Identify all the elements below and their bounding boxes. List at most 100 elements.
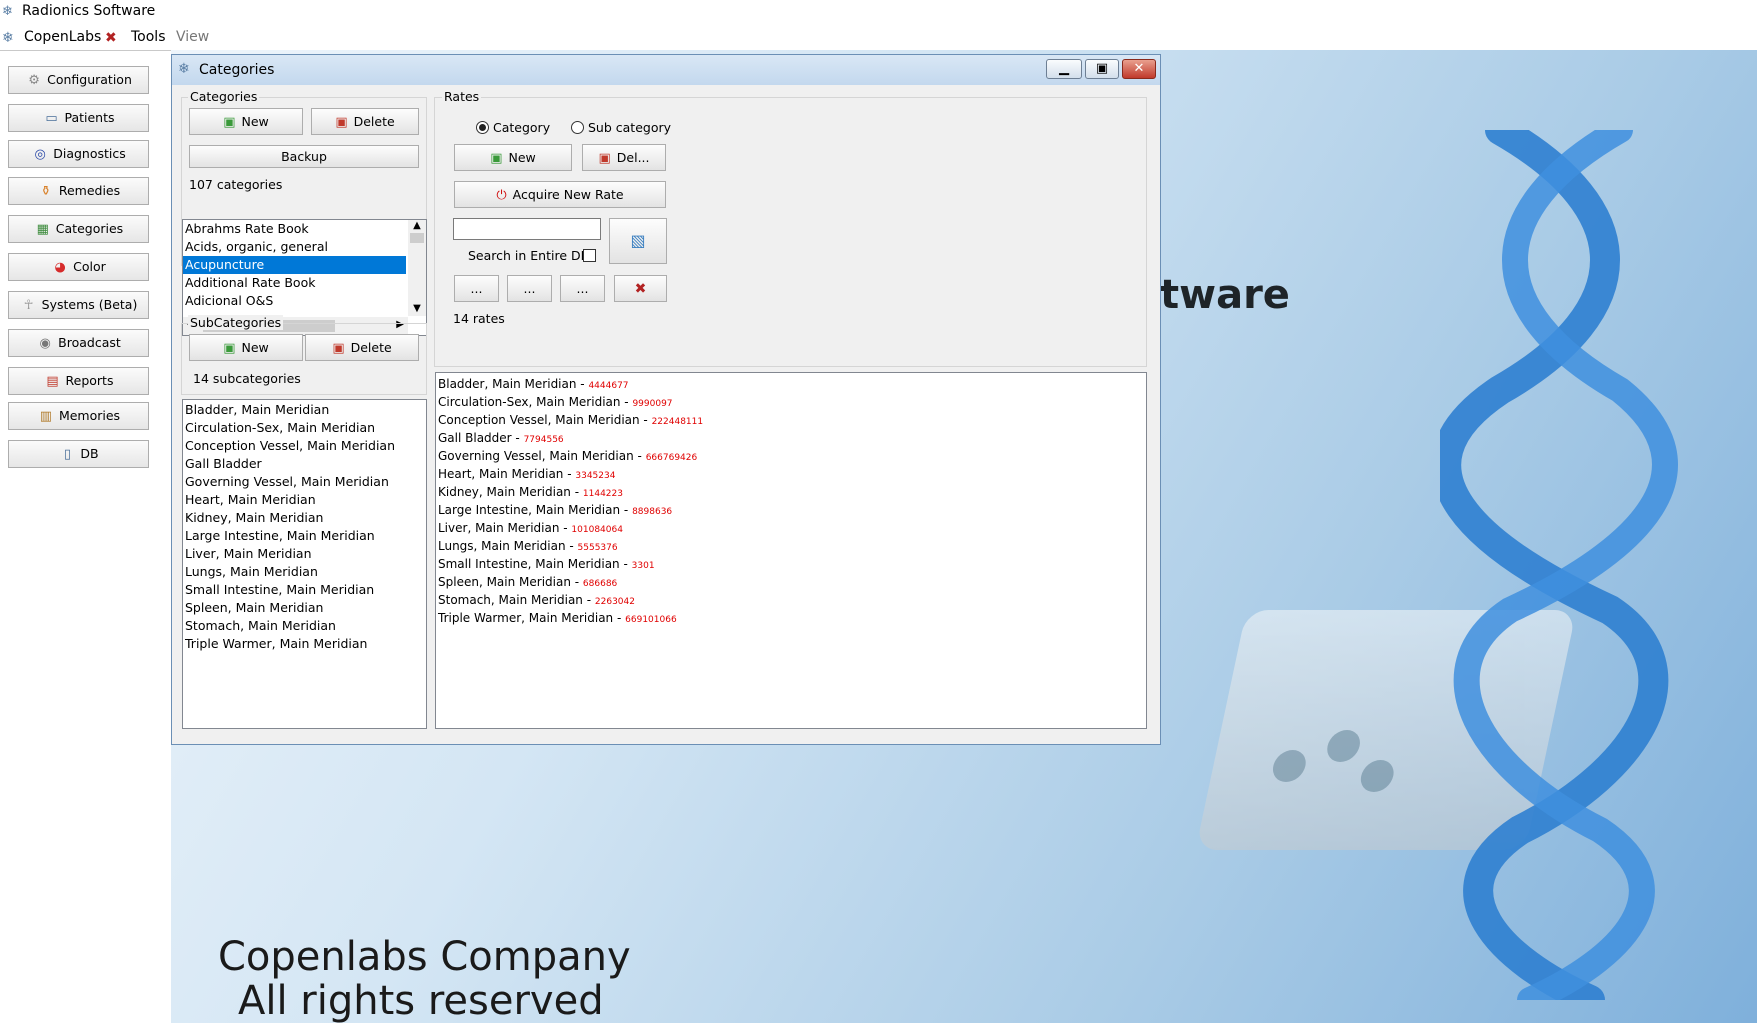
radio-category-label[interactable]: Category (493, 120, 550, 135)
sidebar-item-systems[interactable]: ☥ Systems (Beta) (8, 291, 149, 319)
rate-item[interactable]: Governing Vessel, Main Meridian - 666769… (436, 447, 1146, 465)
list-item[interactable]: Triple Warmer, Main Meridian (183, 635, 426, 653)
sidebar-item-label: Color (73, 259, 106, 274)
sidebar-item-categories[interactable]: ▦ Categories (8, 215, 149, 243)
search-image-button[interactable]: ▧ (609, 218, 667, 264)
list-item[interactable]: Heart, Main Meridian (183, 491, 426, 509)
ellipsis-button-2[interactable]: ... (507, 275, 552, 302)
broadcast-icon: ◉ (39, 336, 51, 351)
list-item[interactable]: Lungs, Main Meridian (183, 563, 426, 581)
rate-item[interactable]: Small Intestine, Main Meridian - 3301 (436, 555, 1146, 573)
backup-button[interactable]: Backup (189, 145, 419, 168)
sidebar-item-label: Configuration (47, 72, 132, 87)
radio-subcategory[interactable] (571, 121, 584, 134)
subcategory-new-button[interactable]: ▣ New (189, 334, 303, 361)
app-icon: ❄ (2, 4, 13, 19)
ellipsis-button-3[interactable]: ... (560, 275, 605, 302)
rate-item[interactable]: Circulation-Sex, Main Meridian - 9990097 (436, 393, 1146, 411)
sidebar: ⚙ Configuration ▭ Patients ◎ Diagnostics ⚱ R… (0, 52, 170, 1023)
close-button[interactable]: ✕ (1122, 59, 1156, 79)
search-entire-db-checkbox[interactable] (583, 249, 596, 262)
sidebar-item-label: Categories (55, 221, 124, 236)
scroll-down-icon[interactable]: ▼ (408, 303, 426, 314)
sidebar-item-broadcast[interactable]: ◉ Broadcast (8, 329, 149, 357)
category-delete-button[interactable]: ▣ Delete (311, 108, 419, 135)
rates-list[interactable]: Bladder, Main Meridian - 4444677 Circula… (435, 372, 1147, 729)
list-item[interactable]: Governing Vessel, Main Meridian (183, 473, 426, 491)
image-search-icon: ▧ (630, 231, 646, 250)
sidebar-item-memories[interactable]: ▥ Memories (8, 402, 149, 430)
search-entire-db-label[interactable]: Search in Entire DB (468, 248, 589, 263)
list-item[interactable]: Small Intestine, Main Meridian (183, 581, 426, 599)
rate-search-input[interactable] (453, 218, 601, 240)
rate-item[interactable]: Large Intestine, Main Meridian - 8898636 (436, 501, 1146, 519)
background-title-fragment: tware (1160, 272, 1290, 318)
rate-item[interactable]: Gall Bladder - 7794556 (436, 429, 1146, 447)
list-item[interactable]: Acids, organic, general (183, 238, 426, 256)
menu-bar: ❄ CopenLabs ✖ Tools View (0, 26, 1757, 51)
add-folder-icon: ▣ (490, 151, 503, 166)
rate-item[interactable]: Liver, Main Meridian - 101084064 (436, 519, 1146, 537)
tools-button[interactable]: ✖ (614, 275, 667, 302)
rate-item[interactable]: Kidney, Main Meridian - 1144223 (436, 483, 1146, 501)
sidebar-item-diagnostics[interactable]: ◎ Diagnostics (8, 140, 149, 168)
sidebar-item-db[interactable]: ▯ DB (8, 440, 149, 468)
list-item[interactable]: Stomach, Main Meridian (183, 617, 426, 635)
sidebar-item-label: Patients (64, 110, 115, 125)
rate-item[interactable]: Conception Vessel, Main Meridian - 22244… (436, 411, 1146, 429)
rate-item[interactable]: Bladder, Main Meridian - 4444677 (436, 375, 1146, 393)
list-item[interactable]: Circulation-Sex, Main Meridian (183, 419, 426, 437)
list-item[interactable]: Additional Rate Book (183, 274, 426, 292)
menu-copenlabs[interactable]: CopenLabs (24, 29, 101, 45)
sidebar-item-patients[interactable]: ▭ Patients (8, 104, 149, 132)
minimize-button[interactable]: ▁ (1046, 59, 1082, 79)
list-item-selected[interactable]: Acupuncture (183, 256, 406, 274)
rate-item[interactable]: Lungs, Main Meridian - 5555376 (436, 537, 1146, 555)
rate-item[interactable]: Spleen, Main Meridian - 686686 (436, 573, 1146, 591)
sidebar-item-remedies[interactable]: ⚱ Remedies (8, 177, 149, 205)
list-item[interactable]: Large Intestine, Main Meridian (183, 527, 426, 545)
app-titlebar: ❄ Radionics Software (0, 0, 1757, 24)
subcategories-list[interactable]: Bladder, Main Meridian Circulation-Sex, … (182, 399, 427, 729)
acquire-new-rate-button[interactable]: ⏻ Acquire New Rate (454, 181, 666, 208)
sidebar-item-configuration[interactable]: ⚙ Configuration (8, 66, 149, 94)
app-title: Radionics Software (22, 3, 156, 19)
subcategory-delete-button[interactable]: ▣ Delete (305, 334, 419, 361)
menu-view[interactable]: View (176, 29, 209, 45)
list-item[interactable]: Liver, Main Meridian (183, 545, 426, 563)
list-item[interactable]: Gall Bladder (183, 455, 426, 473)
sidebar-item-reports[interactable]: ▤ Reports (8, 367, 149, 395)
sidebar-item-color[interactable]: ◕ Color (8, 253, 149, 281)
categories-icon: ▦ (36, 222, 49, 237)
subcategories-count: 14 subcategories (193, 371, 301, 386)
menu-tools[interactable]: Tools (131, 29, 166, 45)
rates-count: 14 rates (453, 311, 505, 326)
copyright-line2: All rights reserved (238, 978, 604, 1024)
window-titlebar[interactable]: ❄ Categories ▁ ▣ ✕ (172, 55, 1160, 85)
list-item[interactable]: Spleen, Main Meridian (183, 599, 426, 617)
radio-subcategory-label[interactable]: Sub category (588, 120, 671, 135)
list-item[interactable]: Abrahms Rate Book (183, 220, 426, 238)
list-item[interactable]: Adicional O&S (183, 292, 426, 310)
rate-item[interactable]: Stomach, Main Meridian - 2263042 (436, 591, 1146, 609)
category-new-button[interactable]: ▣ New (189, 108, 303, 135)
list-item[interactable]: Conception Vessel, Main Meridian (183, 437, 426, 455)
rate-delete-button[interactable]: ▣ Del... (582, 144, 666, 171)
rate-item[interactable]: Triple Warmer, Main Meridian - 669101066 (436, 609, 1146, 627)
radio-category[interactable] (476, 121, 489, 134)
sidebar-item-label: Diagnostics (53, 146, 126, 161)
subcategories-group-label: SubCategories (188, 315, 284, 330)
copyright-line1: Copenlabs Company (218, 934, 631, 980)
sidebar-item-label: Systems (Beta) (41, 297, 138, 312)
window-icon: ❄ (178, 61, 190, 77)
database-icon: ▯ (63, 447, 71, 462)
rate-new-button[interactable]: ▣ New (454, 144, 572, 171)
list-item[interactable]: Kidney, Main Meridian (183, 509, 426, 527)
target-icon: ◎ (34, 147, 46, 162)
vertical-scrollbar[interactable]: ▲ ▼ (408, 220, 426, 316)
ellipsis-button-1[interactable]: ... (454, 275, 499, 302)
rate-item[interactable]: Heart, Main Meridian - 3345234 (436, 465, 1146, 483)
maximize-button[interactable]: ▣ (1085, 59, 1119, 79)
list-item[interactable]: Bladder, Main Meridian (183, 401, 426, 419)
color-wheel-icon: ◕ (54, 260, 66, 275)
